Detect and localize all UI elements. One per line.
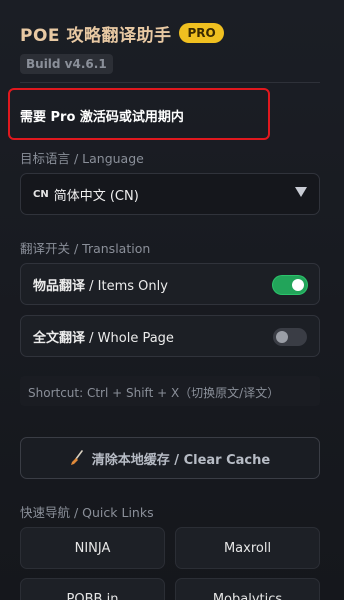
toggle-label: 物品翻译 / Items Only (33, 275, 168, 294)
toggle-label: 全文翻译 / Whole Page (33, 327, 174, 346)
header: POE 攻略翻译助手 PRO Build v4.6.1 (20, 20, 324, 74)
switch-knob (276, 331, 288, 343)
switch-knob (292, 279, 304, 291)
pro-required-notice: 需要 Pro 激活码或试用期内 (20, 110, 184, 125)
link-ninja[interactable]: NINJA (20, 527, 165, 569)
shortcut-hint: Shortcut: Ctrl + Shift + X（切换原文/译文） (20, 376, 320, 406)
language-section-label: 目标语言 / Language (20, 151, 144, 166)
title-row: POE 攻略翻译助手 PRO (20, 20, 324, 46)
clear-cache-label: 清除本地缓存 / Clear Cache (91, 452, 271, 468)
quick-links-section-label: 快速导航 / Quick Links (20, 505, 154, 520)
pro-badge: PRO (179, 23, 224, 43)
language-prefix: CN (33, 188, 49, 200)
whole-page-switch[interactable] (273, 328, 307, 346)
dropdown-caret-icon (295, 187, 307, 197)
broom-icon (70, 450, 84, 466)
header-divider (20, 82, 320, 83)
items-only-switch[interactable] (273, 276, 307, 294)
build-version: Build v4.6.1 (20, 54, 113, 74)
language-selected-value: 简体中文 (CN) (53, 188, 139, 204)
toggle-label-en: / Items Only (85, 278, 168, 294)
toggle-label-cn: 物品翻译 (33, 278, 86, 294)
translation-section-label: 翻译开关 / Translation (20, 241, 151, 256)
toggle-label-en: / Whole Page (85, 330, 174, 346)
link-maxroll[interactable]: Maxroll (175, 527, 320, 569)
toggle-label-cn: 全文翻译 (33, 330, 86, 346)
clear-cache-button[interactable]: 清除本地缓存 / Clear Cache (20, 437, 320, 479)
link-mobalytics[interactable]: Mobalytics (175, 578, 320, 600)
link-pobb[interactable]: POBB.in (20, 578, 165, 600)
app-title: POE 攻略翻译助手 (20, 25, 172, 46)
language-select[interactable]: CN 简体中文 (CN) (20, 173, 320, 215)
toggle-row-whole-page[interactable]: 全文翻译 / Whole Page (20, 315, 320, 357)
toggle-row-items-only[interactable]: 物品翻译 / Items Only (20, 263, 320, 305)
